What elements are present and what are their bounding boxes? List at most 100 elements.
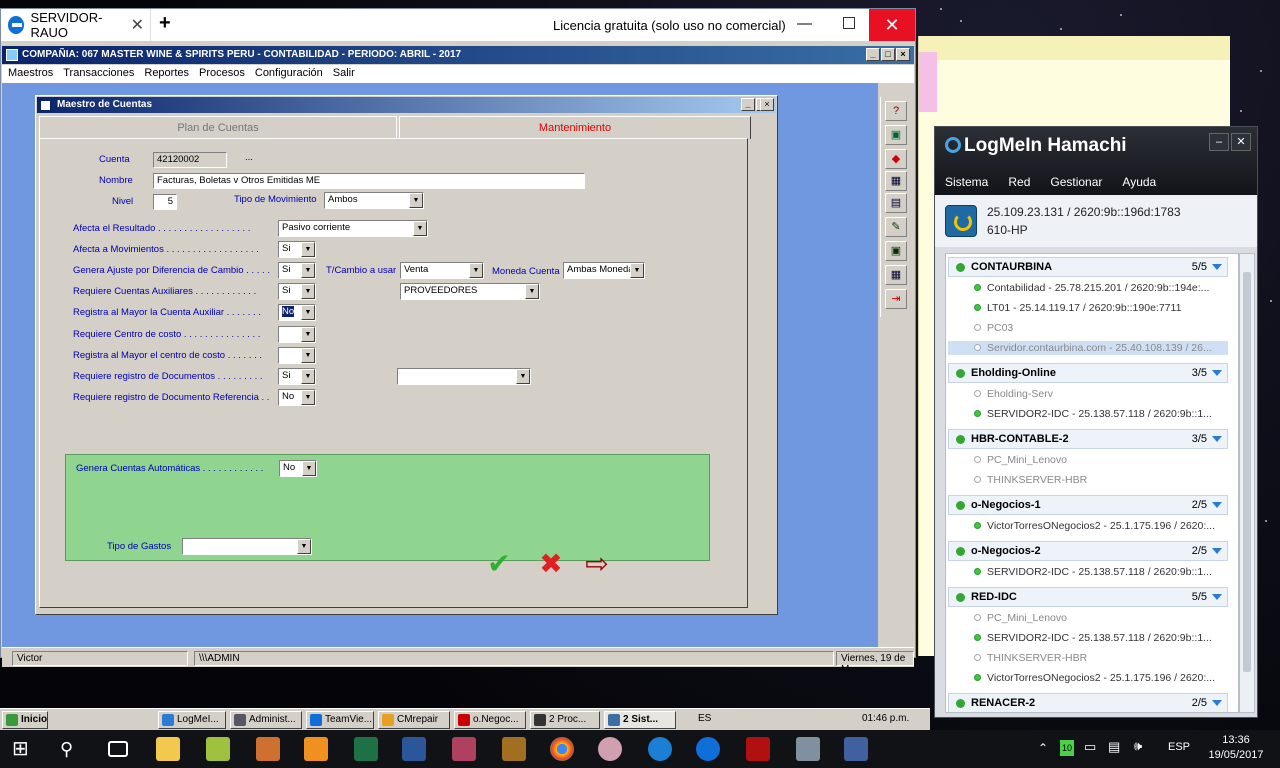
app-icon[interactable]: [304, 737, 328, 761]
afecta-resultado-select[interactable]: Pasivo corriente ▼: [278, 220, 428, 237]
taskbar-item[interactable]: o.Negoc...: [454, 711, 526, 729]
hamachi-close-button[interactable]: ✕: [1231, 133, 1251, 151]
chevron-down-icon[interactable]: ▼: [301, 242, 315, 257]
peer-item[interactable]: VictorTorresONegocios2 - 25.1.175.196 / …: [970, 671, 1230, 685]
help-icon[interactable]: ?: [885, 101, 907, 121]
network-group[interactable]: RED-IDC 5/5: [948, 587, 1228, 607]
volume-icon[interactable]: 🕪: [1134, 738, 1142, 754]
app-close-button[interactable]: ×: [896, 48, 910, 61]
requiere-auxiliares-select[interactable]: Si ▼: [278, 283, 316, 300]
network-group[interactable]: HBR-CONTABLE-2 3/5: [948, 429, 1228, 449]
app-icon[interactable]: [502, 737, 526, 761]
nombre-field[interactable]: Facturas, Boletas v Otros Emitidas ME: [153, 173, 585, 189]
network-group[interactable]: RENACER-2 2/5: [948, 693, 1228, 712]
requiere-documentos-select[interactable]: Si ▼: [278, 368, 316, 385]
cancel-x-button[interactable]: ✖: [535, 549, 567, 579]
exit-door-button[interactable]: ⇨: [581, 549, 613, 579]
word-icon[interactable]: [402, 737, 426, 761]
hamachi-minimize-button[interactable]: –: [1209, 133, 1229, 151]
menu-reportes[interactable]: Reportes: [138, 65, 193, 83]
peer-item[interactable]: LT01 - 25.14.119.17 / 2620:9b::190e:7711: [970, 301, 1230, 315]
language-indicator[interactable]: ES: [698, 713, 711, 724]
tcambio-select[interactable]: Venta ▼: [400, 262, 484, 279]
chevron-down-icon[interactable]: ▼: [516, 369, 530, 384]
peer-item[interactable]: PC03: [970, 321, 1230, 335]
menu-sistema[interactable]: Sistema: [935, 171, 998, 195]
chevron-down-icon[interactable]: ▼: [409, 193, 423, 208]
peer-item[interactable]: Eholding-Serv: [970, 387, 1230, 401]
taskbar-item[interactable]: 2 Proc...: [530, 711, 600, 729]
menu-procesos[interactable]: Procesos: [193, 65, 249, 83]
chevron-down-icon[interactable]: [1212, 594, 1222, 600]
tab-mantenimiento[interactable]: Mantenimiento: [399, 116, 751, 139]
app-maximize-button[interactable]: □: [881, 48, 895, 61]
cuenta-field[interactable]: 42120002: [153, 152, 227, 168]
network-group[interactable]: CONTAURBINA 5/5: [948, 257, 1228, 277]
moneda-select[interactable]: Ambas Moneda ▼: [563, 262, 645, 279]
chevron-down-icon[interactable]: ▼: [301, 327, 315, 342]
taskbar-item-active[interactable]: 2 Sist...: [604, 711, 676, 729]
app-icon[interactable]: [844, 737, 868, 761]
peer-item[interactable]: PC_Mini_Lenovo: [970, 611, 1230, 625]
peer-item[interactable]: VictorTorresONegocios2 - 25.1.175.196 / …: [970, 519, 1230, 533]
menu-gestionar[interactable]: Gestionar: [1040, 171, 1112, 195]
close-button[interactable]: ✕: [869, 9, 915, 41]
tipo-auxiliar-select[interactable]: PROVEEDORES ▼: [400, 283, 540, 300]
menu-ayuda[interactable]: Ayuda: [1112, 171, 1166, 195]
genera-automaticas-select[interactable]: No ▼: [279, 460, 317, 477]
window-icon[interactable]: ▣: [885, 125, 907, 145]
chevron-down-icon[interactable]: [1212, 370, 1222, 376]
registra-auxiliar-select[interactable]: No ▼: [278, 304, 316, 321]
taskbar-item[interactable]: LogMeI...: [158, 711, 226, 729]
close-tab-icon[interactable]: ✕: [131, 15, 144, 35]
afecta-movimientos-select[interactable]: Si ▼: [278, 241, 316, 258]
taskbar-item[interactable]: Administ...: [230, 711, 302, 729]
system-clock[interactable]: 13:36 19/05/2017: [1204, 733, 1268, 763]
app-icon[interactable]: [206, 737, 230, 761]
chevron-down-icon[interactable]: ▼: [525, 284, 539, 299]
nivel-field[interactable]: 5: [153, 194, 177, 210]
minimize-button[interactable]: —: [797, 15, 812, 32]
list-icon[interactable]: ▤: [885, 193, 907, 213]
message-icon[interactable]: ▤: [1108, 739, 1120, 755]
task-view-icon[interactable]: [108, 741, 128, 757]
chevron-down-icon[interactable]: [1212, 502, 1222, 508]
app-icon[interactable]: [452, 737, 476, 761]
network-group[interactable]: o-Negocios-2 2/5: [948, 541, 1228, 561]
tab-plan-de-cuentas[interactable]: Plan de Cuentas: [39, 116, 397, 139]
notification-badge[interactable]: 10: [1060, 740, 1074, 756]
file-explorer-icon[interactable]: [156, 737, 180, 761]
requiere-centro-costo-select[interactable]: ▼: [278, 326, 316, 343]
chevron-down-icon[interactable]: ▼: [301, 390, 315, 405]
peer-item[interactable]: SERVIDOR2-IDC - 25.138.57.118 / 2620:9b:…: [970, 407, 1230, 421]
move-icon[interactable]: ◆: [885, 149, 907, 169]
chevron-up-icon[interactable]: ⌃: [1038, 741, 1048, 755]
registra-centro-costo-select[interactable]: ▼: [278, 347, 316, 364]
chevron-down-icon[interactable]: ▼: [301, 369, 315, 384]
menu-transacciones[interactable]: Transacciones: [57, 65, 138, 83]
tipo-documento-select[interactable]: ▼: [397, 368, 531, 385]
chevron-down-icon[interactable]: ▼: [413, 221, 427, 236]
menu-configuracion[interactable]: Configuración: [249, 65, 327, 83]
chrome-icon[interactable]: [550, 737, 574, 761]
menu-red[interactable]: Red: [998, 171, 1040, 195]
menu-maestros[interactable]: Maestros: [2, 65, 57, 83]
accept-check-button[interactable]: ✔: [483, 549, 515, 579]
power-button[interactable]: [945, 205, 977, 237]
teamviewer-taskbar-icon[interactable]: [696, 737, 720, 761]
peer-item[interactable]: SERVIDOR2-IDC - 25.138.57.118 / 2620:9b:…: [970, 631, 1230, 645]
peer-item[interactable]: THINKSERVER-HBR: [970, 473, 1230, 487]
new-tab-button[interactable]: +: [159, 12, 171, 35]
filezilla-icon[interactable]: [746, 737, 770, 761]
genera-ajuste-select[interactable]: Si ▼: [278, 262, 316, 279]
chevron-down-icon[interactable]: ▼: [469, 263, 483, 278]
calc-icon[interactable]: ▦: [885, 265, 907, 285]
app-icon[interactable]: [796, 737, 820, 761]
excel-icon[interactable]: [354, 737, 378, 761]
chevron-down-icon[interactable]: ▼: [301, 305, 315, 320]
taskbar-item[interactable]: CMrepair: [378, 711, 450, 729]
menu-salir[interactable]: Salir: [327, 65, 359, 83]
network-icon[interactable]: ▭: [1084, 739, 1096, 755]
chevron-down-icon[interactable]: ▼: [301, 284, 315, 299]
hamachi-taskbar-icon[interactable]: [648, 737, 672, 761]
